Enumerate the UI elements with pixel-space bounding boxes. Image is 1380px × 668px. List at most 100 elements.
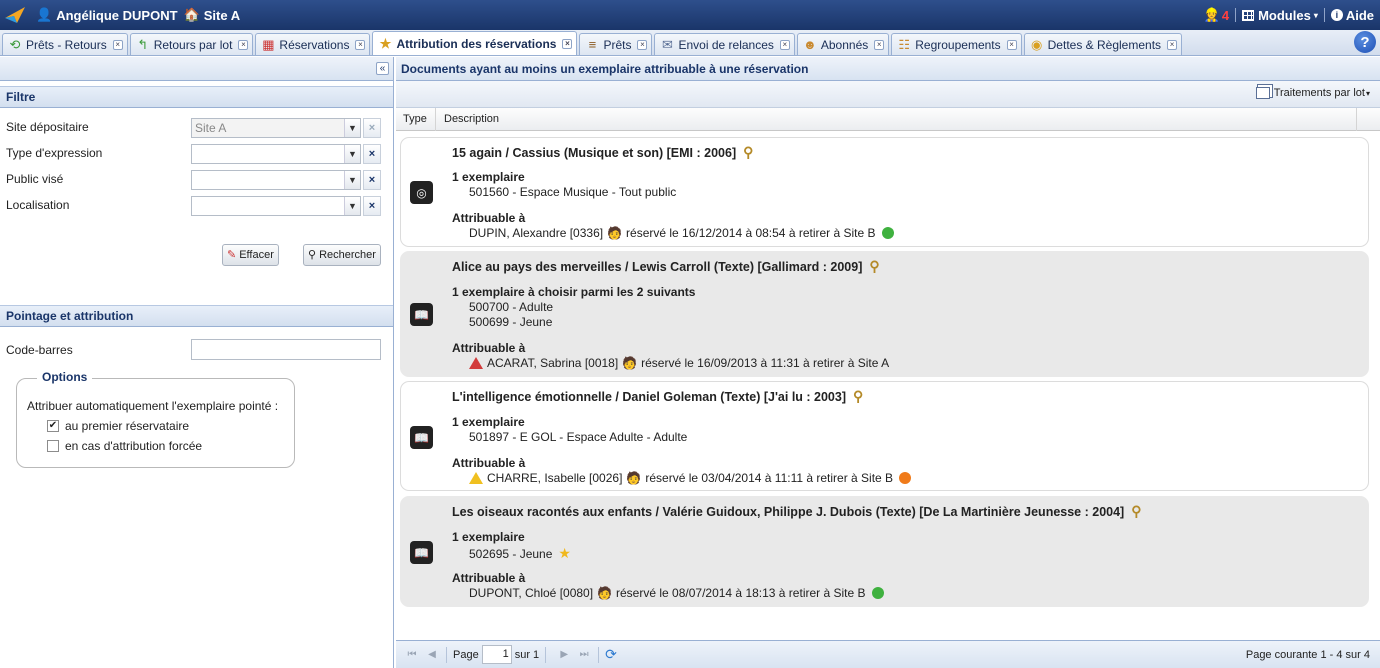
last-page-icon[interactable]: ⏭: [576, 649, 592, 660]
expression-label: Type d'expression: [6, 146, 103, 160]
coins-icon: ◉: [1030, 36, 1043, 52]
list-item[interactable]: 📖 Alice au pays des merveilles / Lewis C…: [400, 251, 1369, 377]
help-button[interactable]: Aide: [1346, 8, 1374, 23]
copy-text: 502695 - Jeune: [469, 546, 553, 561]
search-button[interactable]: ⚲ Rechercher: [303, 244, 381, 266]
collapse-left-icon[interactable]: «: [376, 62, 389, 75]
reader-icon: 🧑: [626, 471, 642, 485]
reader-name[interactable]: DUPONT, Chloé [0080]: [469, 586, 593, 600]
tab-label: Envoi de relances: [678, 37, 774, 52]
option-first-reserver[interactable]: ✔ au premier réservataire: [47, 419, 189, 433]
pointage-section-title: Pointage et attribution: [0, 305, 393, 327]
checkbox-checked-icon[interactable]: ✔: [47, 420, 59, 432]
notification-count[interactable]: 4: [1222, 8, 1229, 23]
help-icon[interactable]: ?: [1354, 31, 1376, 53]
expression-combo[interactable]: ▼: [191, 144, 361, 164]
attrib-label: Attribuable à: [452, 211, 526, 225]
first-page-icon[interactable]: ⏮: [404, 649, 420, 660]
close-icon[interactable]: ×: [779, 39, 790, 50]
close-icon[interactable]: ×: [112, 39, 123, 50]
tab-reservations[interactable]: ▦ Réservations ×: [255, 33, 371, 55]
col-description[interactable]: Description: [437, 108, 1357, 131]
close-icon[interactable]: ×: [238, 39, 249, 50]
pagination-bar: ⏮ ◀ Page 1 sur 1 ▶ ⏭ ⟳ Page courante 1 -…: [396, 640, 1380, 668]
next-page-icon[interactable]: ▶: [556, 649, 572, 660]
document-title-text: Alice au pays des merveilles / Lewis Car…: [452, 259, 863, 274]
tab-attribution-reservations[interactable]: ★ Attribution des réservations ×: [372, 31, 578, 55]
close-icon[interactable]: ×: [874, 39, 885, 50]
status-green-icon: [881, 227, 894, 239]
reader-name[interactable]: ACARAT, Sabrina [0018]: [487, 356, 618, 370]
refresh-icon[interactable]: ⟳: [605, 646, 617, 663]
star-icon: ★: [558, 545, 571, 561]
magnifier-icon[interactable]: ⚲: [743, 144, 753, 161]
status-orange-icon: [899, 472, 912, 484]
list-item[interactable]: ◎ 15 again / Cassius (Musique et son) [E…: [400, 137, 1369, 247]
prev-page-icon[interactable]: ◀: [424, 649, 440, 660]
clear-site-icon[interactable]: ×: [363, 118, 381, 138]
tab-dettes-reglements[interactable]: ◉ Dettes & Règlements ×: [1023, 33, 1183, 55]
tab-label: Retours par lot: [153, 37, 233, 52]
copies-label: 1 exemplaire: [452, 170, 525, 184]
location-combo[interactable]: ▼: [191, 196, 361, 216]
tab-label: Regroupements: [915, 37, 1001, 52]
tab-label: Abonnés: [820, 37, 869, 52]
reader-name[interactable]: CHARRE, Isabelle [0026]: [487, 471, 622, 485]
app-logo[interactable]: [0, 0, 30, 30]
grid-icon: [1242, 9, 1255, 21]
document-title[interactable]: L'intelligence émotionnelle / Daniel Gol…: [452, 388, 863, 405]
batch-icon: [1255, 87, 1270, 99]
site-combo[interactable]: Site A ▼: [191, 118, 361, 138]
tab-regroupements[interactable]: ☷ Regroupements ×: [891, 33, 1022, 55]
magnifier-icon[interactable]: ⚲: [853, 388, 863, 405]
option-label: en cas d'attribution forcée: [65, 439, 203, 453]
site-menu[interactable]: 🏠 Site A: [184, 7, 241, 23]
user-menu[interactable]: 👤 Angélique DUPONT: [36, 7, 178, 23]
chevron-down-icon[interactable]: ▼: [344, 171, 360, 189]
batch-menu-button[interactable]: Traitements par lot ▾: [1255, 87, 1370, 99]
tab-envoi-relances[interactable]: ✉ Envoi de relances ×: [654, 33, 795, 55]
option-forced-attrib[interactable]: en cas d'attribution forcée: [47, 439, 202, 453]
page-input[interactable]: 1: [481, 645, 512, 664]
location-label: Localisation: [6, 198, 70, 212]
public-combo[interactable]: ▼: [191, 170, 361, 190]
document-title[interactable]: Les oiseaux racontés aux enfants / Valér…: [452, 503, 1141, 520]
tab-prets[interactable]: ≡ Prêts ×: [579, 33, 653, 55]
barcode-input[interactable]: [191, 339, 381, 360]
options-legend: Options: [37, 370, 93, 384]
close-icon[interactable]: ×: [562, 38, 573, 49]
chevron-down-icon[interactable]: ▼: [344, 119, 360, 137]
magnifier-icon[interactable]: ⚲: [1131, 503, 1141, 520]
chevron-down-icon[interactable]: ▼: [344, 197, 360, 215]
left-panel: « Filtre Site dépositaire Site A ▼ × Type…: [0, 57, 394, 668]
document-title[interactable]: Alice au pays des merveilles / Lewis Car…: [452, 258, 880, 275]
notification-icon[interactable]: 👷: [1204, 7, 1220, 23]
tab-prets-retours[interactable]: ⟲ Prêts - Retours ×: [2, 33, 128, 55]
list-item[interactable]: 📖 Les oiseaux racontés aux enfants / Val…: [400, 496, 1369, 607]
modules-button[interactable]: Modules: [1258, 8, 1311, 23]
search-button-label: Rechercher: [319, 249, 376, 261]
user-icon: 👤: [36, 7, 53, 22]
reservation-line: DUPIN, Alexandre [0336] 🧑 réservé le 16/…: [469, 226, 894, 240]
tab-abonnes[interactable]: ☻ Abonnés ×: [796, 33, 890, 55]
clear-public-icon[interactable]: ×: [363, 170, 381, 190]
magnifier-icon[interactable]: ⚲: [869, 258, 879, 275]
clear-location-icon[interactable]: ×: [363, 196, 381, 216]
close-icon[interactable]: ×: [1006, 39, 1017, 50]
option-label: au premier réservataire: [65, 419, 190, 433]
book-icon: 📖: [410, 541, 433, 564]
clear-button[interactable]: ✎ Effacer: [222, 244, 279, 266]
list-item[interactable]: 📖 L'intelligence émotionnelle / Daniel G…: [400, 381, 1369, 491]
close-icon[interactable]: ×: [355, 39, 366, 50]
reader-name[interactable]: DUPIN, Alexandre [0336]: [469, 226, 603, 240]
tab-retours-par-lot[interactable]: ↰ Retours par lot ×: [129, 33, 254, 55]
clear-expression-icon[interactable]: ×: [363, 144, 381, 164]
document-title[interactable]: 15 again / Cassius (Musique et son) [EMI…: [452, 144, 753, 161]
close-icon[interactable]: ×: [637, 39, 648, 50]
info-icon: i: [1330, 9, 1343, 21]
col-type[interactable]: Type: [396, 108, 436, 131]
checkbox-icon[interactable]: [47, 440, 59, 452]
close-icon[interactable]: ×: [1167, 39, 1178, 50]
user-name: Angélique DUPONT: [56, 7, 178, 23]
chevron-down-icon[interactable]: ▼: [344, 145, 360, 163]
